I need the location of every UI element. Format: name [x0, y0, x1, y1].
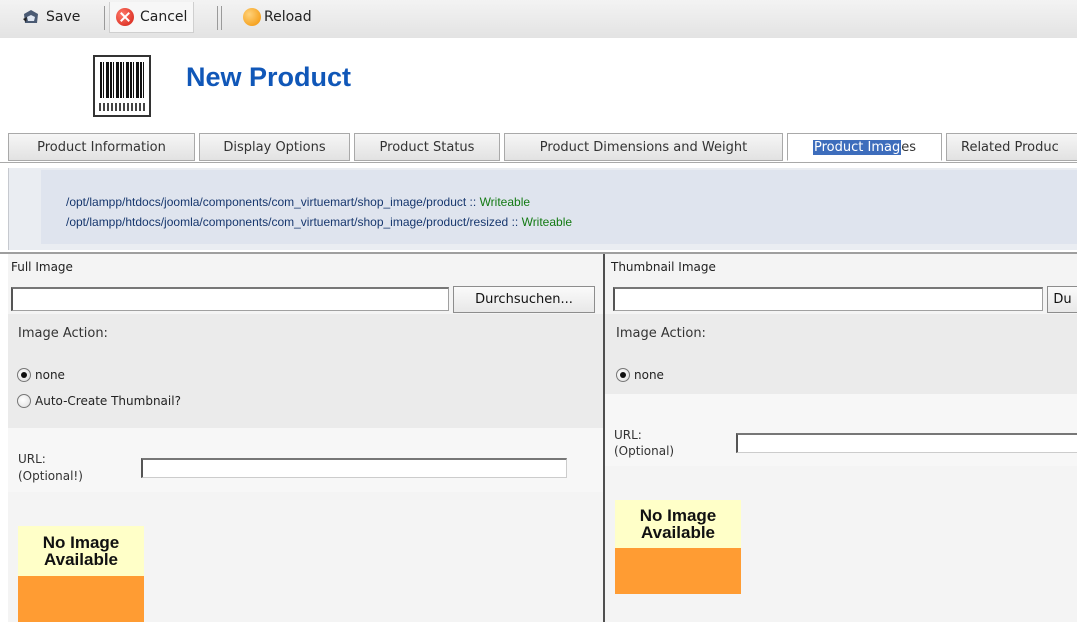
tab-label: Product Information [37, 139, 166, 155]
cancel-label: Cancel [140, 9, 188, 25]
url-optional-label: (Optional!) [18, 469, 83, 483]
tab-bar: Product Information Display Options Prod… [0, 133, 1077, 163]
save-label: Save [46, 9, 81, 25]
tab-product-dimensions-and-weight[interactable]: Product Dimensions and Weight [504, 133, 783, 161]
save-icon [22, 9, 40, 25]
no-image-orange-block [18, 576, 144, 622]
no-image-line2: Available [640, 523, 716, 542]
cancel-button[interactable]: Cancel [109, 2, 195, 33]
tab-product-information[interactable]: Product Information [8, 133, 195, 161]
full-image-file-row: Durchsuchen... [8, 284, 603, 314]
barcode-digits [99, 103, 145, 111]
url-label: URL: [18, 452, 46, 466]
radio-none-label: none [634, 368, 664, 382]
reload-label: Reload [264, 9, 312, 25]
path-line: /opt/lampp/htdocs/joomla/components/com_… [66, 215, 572, 229]
no-image-placeholder: No Image Available [615, 500, 741, 594]
radio-auto-create-label: Auto-Create Thumbnail? [35, 394, 181, 408]
save-button[interactable]: Save [22, 2, 80, 32]
no-image-text: No Image Available [18, 526, 144, 576]
path-separator: :: [466, 195, 480, 209]
thumbnail-browse-button[interactable]: Du [1047, 286, 1077, 313]
radio-none[interactable]: none [17, 368, 65, 382]
full-image-browse-button[interactable]: Durchsuchen... [453, 286, 595, 313]
path-separator: :: [508, 215, 522, 229]
toolbar-separator [221, 6, 222, 30]
tab-label: Product Dimensions and Weight [539, 139, 748, 155]
url-label: URL: [614, 428, 642, 442]
toolbar: Save Cancel Reload [0, 0, 1077, 38]
thumbnail-file-input[interactable] [613, 287, 1043, 311]
thumbnail-file-row: Du [605, 284, 1077, 314]
radio-none-button[interactable] [17, 368, 31, 382]
no-image-placeholder: No Image Available [18, 526, 144, 622]
radio-none-label: none [35, 368, 65, 382]
thumbnail-image-title: Thumbnail Image [611, 260, 716, 274]
tab-related-products[interactable]: Related Produc [946, 133, 1077, 161]
radio-none[interactable]: none [616, 368, 664, 382]
no-image-orange-block [615, 548, 741, 594]
path-text: /opt/lampp/htdocs/joomla/components/com_… [66, 215, 509, 229]
full-image-file-input[interactable] [11, 287, 449, 311]
tab-display-options[interactable]: Display Options [199, 133, 350, 161]
writeable-status: Writeable [521, 215, 573, 229]
radio-auto-create-thumbnail[interactable]: Auto-Create Thumbnail? [17, 394, 181, 408]
path-line: /opt/lampp/htdocs/joomla/components/com_… [66, 195, 530, 209]
url-band [605, 394, 1077, 466]
directory-info-panel: /opt/lampp/htdocs/joomla/components/com_… [8, 168, 1077, 250]
toolbar-separator [104, 6, 105, 30]
thumbnail-image-panel: Thumbnail Image Du Image Action: none UR… [605, 254, 1077, 622]
writeable-status: Writeable [479, 195, 531, 209]
full-image-title: Full Image [11, 260, 73, 274]
toolbar-separator [217, 6, 218, 30]
tab-label: Related Produc [961, 139, 1059, 155]
tab-label-selected: Product Imag [813, 139, 902, 155]
reload-button[interactable]: Reload [243, 2, 312, 32]
barcode-icon [93, 55, 151, 117]
thumbnail-url-input[interactable] [736, 433, 1077, 453]
cancel-icon [116, 8, 134, 26]
page-title: New Product [186, 62, 352, 92]
no-image-line2: Available [43, 550, 119, 569]
tab-product-status[interactable]: Product Status [354, 133, 500, 161]
tab-label: Display Options [223, 139, 326, 155]
radio-none-button[interactable] [616, 368, 630, 382]
directory-info-box: /opt/lampp/htdocs/joomla/components/com_… [41, 170, 1077, 244]
tab-product-images[interactable]: Product Imag es [787, 133, 942, 161]
no-image-text: No Image Available [615, 500, 741, 548]
full-image-url-input[interactable] [141, 458, 567, 478]
tab-label: Product Status [379, 139, 475, 155]
image-action-label: Image Action: [616, 326, 706, 341]
full-image-panel: Full Image Durchsuchen... Image Action: … [8, 254, 603, 622]
tab-underline [0, 162, 1077, 163]
barcode-bars [100, 62, 144, 98]
tab-label-rest: es [901, 139, 916, 155]
reload-icon [243, 8, 261, 26]
path-text: /opt/lampp/htdocs/joomla/components/com_… [66, 195, 467, 209]
url-optional-label: (Optional) [614, 444, 675, 458]
radio-auto-create-button[interactable] [17, 394, 31, 408]
image-action-label: Image Action: [18, 326, 108, 341]
